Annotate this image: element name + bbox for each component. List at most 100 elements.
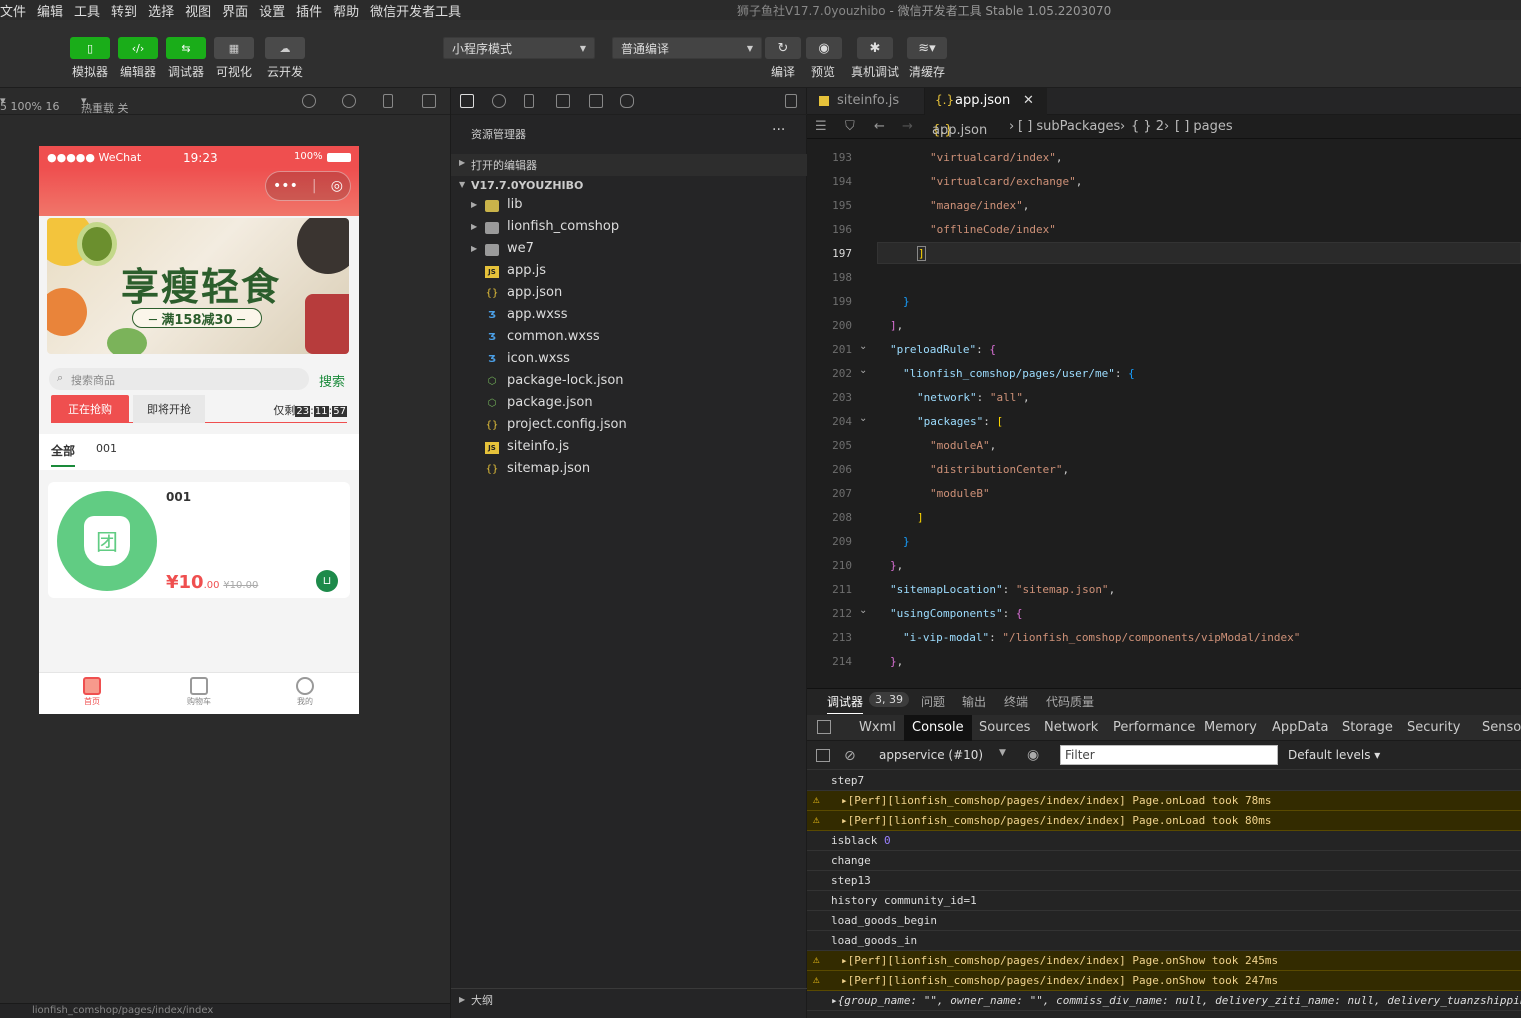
more-icon[interactable]: ··· <box>772 122 785 138</box>
inspect-icon[interactable] <box>817 720 831 734</box>
clear-console-icon[interactable]: ⊘ <box>844 748 856 764</box>
breadcrumb-item[interactable]: [ ] pages <box>1175 119 1233 134</box>
rotate-icon[interactable] <box>302 94 316 108</box>
close-target-icon[interactable]: ◎ <box>331 178 343 194</box>
tab-debugger[interactable]: 调试器 <box>827 693 864 714</box>
breadcrumb-item[interactable]: { } 2 <box>1131 119 1164 134</box>
levels-select[interactable]: Default levels ▾ <box>1288 748 1380 762</box>
tab-output[interactable]: 输出 <box>962 693 986 710</box>
tab-app-json[interactable]: {.} app.json ✕ <box>925 88 1047 115</box>
zoom-select[interactable]: 5 100% 16 ▾ <box>0 94 59 113</box>
menu-interface[interactable]: 界面 <box>222 1 248 20</box>
log-entry-warning[interactable]: ⚠ ▸[Perf][lionfish_comshop/pages/index/in… <box>807 791 1521 811</box>
menu-devtools[interactable]: 微信开发者工具 <box>370 1 461 20</box>
tree-item-lionfish[interactable]: ▶ lionfish_comshop <box>451 217 808 239</box>
log-entry-object[interactable]: ▸{group_name: "", owner_name: "", commis… <box>807 991 1521 1011</box>
simulator-toggle-button[interactable]: ▯ <box>70 37 110 59</box>
tab-terminal[interactable]: 终端 <box>1004 693 1028 710</box>
filter-input[interactable]: Filter <box>1060 745 1278 765</box>
log-entry-warning[interactable]: ⚠ ▸[Perf][lionfish_comshop/pages/index/in… <box>807 811 1521 831</box>
tab-appdata[interactable]: AppData <box>1272 720 1328 735</box>
add-cart-icon[interactable]: ⊔ <box>316 570 338 592</box>
tab-sensor[interactable]: Sensor <box>1482 720 1521 735</box>
code-editor[interactable]: siteinfo.js {.} app.json ✕ ☰ ⛉ ← → {.} app… <box>807 88 1521 688</box>
menu-plugins[interactable]: 插件 <box>296 1 322 20</box>
search-button[interactable]: 搜索 <box>319 371 345 390</box>
tab-network[interactable]: Network <box>1044 720 1098 735</box>
fold-icon[interactable]: ⌄ <box>859 413 867 424</box>
breadcrumb-item[interactable]: [ ] subPackages <box>1018 119 1120 134</box>
tab-me[interactable]: 我的 <box>275 677 335 707</box>
tab-code-quality[interactable]: 代码质量 <box>1046 693 1094 710</box>
editor-toggle-button[interactable]: ‹/› <box>118 37 158 59</box>
tree-item-we7[interactable]: ▶ we7 <box>451 239 808 261</box>
compile-select[interactable]: 普通编译 ▼ <box>612 37 762 59</box>
compile-button[interactable]: ↻ <box>765 37 801 59</box>
search-icon[interactable] <box>492 94 506 108</box>
tree-item-app-json[interactable]: {} app.json <box>451 283 808 305</box>
list-icon[interactable]: ☰ <box>815 119 827 134</box>
tree-item-icon-wxss[interactable]: Ʒicon.wxss <box>451 349 808 371</box>
context-select[interactable]: appservice (#10) ▼ <box>879 748 1006 762</box>
tab-coming-soon[interactable]: 即将开抢 <box>133 395 205 423</box>
sidebar-toggle-icon[interactable] <box>816 749 830 762</box>
tab-wxml[interactable]: Wxml <box>859 720 896 735</box>
category-all[interactable]: 全部 <box>51 442 76 467</box>
device-icon[interactable] <box>383 94 393 108</box>
close-icon[interactable]: ✕ <box>1023 93 1034 108</box>
tree-item-lib[interactable]: ▶ lib <box>451 195 808 217</box>
tab-memory[interactable]: Memory <box>1204 720 1257 735</box>
tab-problems[interactable]: 问题 <box>921 693 945 710</box>
tab-buying-now[interactable]: 正在抢购 <box>51 395 129 423</box>
log-entry-warning[interactable]: ⚠ ▸[Perf][lionfish_comshop/pages/index/in… <box>807 951 1521 971</box>
git-icon[interactable] <box>524 94 534 108</box>
popout-icon[interactable] <box>422 94 436 108</box>
fold-icon[interactable]: ⌄ <box>859 365 867 376</box>
bookmark-icon[interactable]: ⛉ <box>845 119 855 134</box>
menu-edit[interactable]: 编辑 <box>37 1 63 20</box>
menu-select[interactable]: 选择 <box>148 1 174 20</box>
docker-icon[interactable] <box>620 94 634 108</box>
menu-goto[interactable]: 转到 <box>111 1 137 20</box>
tab-sources[interactable]: Sources <box>979 720 1030 735</box>
preview-button[interactable]: ◉ <box>806 37 842 59</box>
tab-security[interactable]: Security <box>1407 720 1460 735</box>
back-icon[interactable]: ← <box>874 119 885 134</box>
record-icon[interactable] <box>342 94 356 108</box>
product-card[interactable]: 团 001 ¥10.00 ¥10.00 ⊔ <box>48 482 350 598</box>
storage-icon[interactable] <box>589 94 603 108</box>
log-entry-warning[interactable]: ⚠ ▸[Perf][lionfish_comshop/pages/index/in… <box>807 971 1521 991</box>
tree-item-project-config[interactable]: {} project.config.json <box>451 415 808 437</box>
menu-settings[interactable]: 设置 <box>259 1 285 20</box>
files-icon[interactable] <box>460 94 474 108</box>
tab-home[interactable]: 首页 <box>62 677 122 707</box>
extensions-icon[interactable] <box>556 94 570 108</box>
fold-icon[interactable]: ⌄ <box>859 605 867 616</box>
fold-icon[interactable]: ⌄ <box>859 341 867 352</box>
menu-view[interactable]: 视图 <box>185 1 211 20</box>
tree-item-app-wxss[interactable]: Ʒapp.wxss <box>451 305 808 327</box>
tree-item-package-json[interactable]: ⬡ package.json <box>451 393 808 415</box>
tree-item-siteinfo[interactable]: JS siteinfo.js <box>451 437 808 459</box>
more-icon[interactable]: ••• <box>273 178 298 194</box>
tab-console[interactable]: Console <box>904 715 972 741</box>
tab-storage[interactable]: Storage <box>1342 720 1393 735</box>
tree-item-package-lock[interactable]: ⬡ package-lock.json <box>451 371 808 393</box>
page-path[interactable]: lionfish_comshop/pages/index/index <box>32 1005 213 1016</box>
tab-performance[interactable]: Performance <box>1113 720 1195 735</box>
forward-icon[interactable]: → <box>902 119 913 134</box>
debugger-toggle-button[interactable]: ⇆ <box>166 37 206 59</box>
eye-icon[interactable]: ◉ <box>1027 747 1039 763</box>
menu-tools[interactable]: 工具 <box>74 1 100 20</box>
visual-toggle-button[interactable]: ▦ <box>214 37 254 59</box>
tree-item-app-js[interactable]: JS app.js <box>451 261 808 283</box>
remote-debug-button[interactable]: ✱ <box>857 37 893 59</box>
capsule-menu[interactable]: ••• | ◎ <box>265 171 351 201</box>
cloud-button[interactable]: ☁ <box>265 37 305 59</box>
hot-reload-select[interactable]: 热重载 关 ▾ <box>81 94 129 115</box>
search-input[interactable]: ⌕ 搜索商品 <box>49 368 309 390</box>
open-editors-section[interactable]: ▶ 打开的编辑器 <box>451 154 808 176</box>
tree-item-sitemap[interactable]: {} sitemap.json <box>451 459 808 481</box>
promo-banner[interactable]: 享瘦轻食 ─ 满158减30 ─ <box>47 218 349 354</box>
menu-file[interactable]: 文件 <box>0 1 26 20</box>
